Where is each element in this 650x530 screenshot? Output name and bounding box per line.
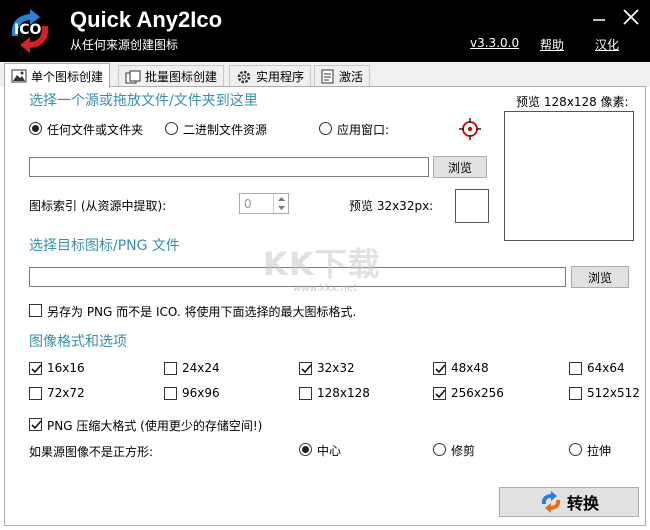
format-24x24-checkbox[interactable] bbox=[164, 362, 177, 375]
format-32x32-checkbox[interactable] bbox=[299, 362, 312, 375]
format-64x64-label: 64x64 bbox=[587, 361, 625, 375]
tab-single-icon[interactable]: 单个图标创建 bbox=[4, 63, 111, 88]
radio-crop-label: 修剪 bbox=[451, 444, 476, 458]
app-logo-icon: ICO bbox=[4, 6, 56, 56]
convert-button[interactable]: 转换 bbox=[499, 487, 639, 517]
radio-center[interactable] bbox=[299, 443, 312, 456]
format-16x16-checkbox[interactable] bbox=[29, 362, 42, 375]
format-96x96-label: 96x96 bbox=[182, 386, 220, 400]
save-as-png-label: 另存为 PNG 而不是 ICO. 将使用下面选择的最大图标格式. bbox=[47, 305, 357, 319]
tab-label: 批量图标创建 bbox=[145, 70, 218, 84]
radio-any-file[interactable] bbox=[29, 122, 42, 135]
target-section-title: 选择目标图标/PNG 文件 bbox=[29, 238, 180, 254]
format-16x16-label: 16x16 bbox=[47, 361, 85, 375]
help-link[interactable]: 帮助 bbox=[540, 36, 564, 53]
formats-section-title: 图像格式和选项 bbox=[29, 334, 127, 350]
tab-label: 激活 bbox=[339, 70, 364, 84]
format-128x128-checkbox[interactable] bbox=[299, 387, 312, 400]
image-icon bbox=[11, 69, 27, 83]
format-32x32-label: 32x32 bbox=[317, 361, 355, 375]
app-subtitle: 从任何来源创建图标 bbox=[70, 38, 179, 52]
format-96x96-checkbox[interactable] bbox=[164, 387, 177, 400]
crosshair-picker-icon[interactable] bbox=[459, 118, 481, 140]
target-path-input[interactable] bbox=[29, 267, 566, 287]
format-256x256-checkbox[interactable] bbox=[433, 387, 446, 400]
format-72x72-checkbox[interactable] bbox=[29, 387, 42, 400]
radio-any-file-label: 任何文件或文件夹 bbox=[47, 123, 144, 137]
preview-32-label: 预览 32x32px: bbox=[349, 199, 434, 213]
radio-center-label: 中心 bbox=[317, 444, 342, 458]
tab-activate[interactable]: 激活 bbox=[314, 65, 371, 87]
format-256x256-label: 256x256 bbox=[451, 386, 504, 400]
app-title: Quick Any2Ico bbox=[70, 7, 223, 32]
icon-index-label: 图标索引 (从资源中提取): bbox=[29, 199, 167, 213]
tab-bar: 单个图标创建 批量图标创建 实用程序 激活 bbox=[0, 62, 650, 88]
radio-app-window[interactable] bbox=[319, 122, 332, 135]
tab-utilities[interactable]: 实用程序 bbox=[229, 65, 312, 87]
format-512x512-label: 512x512 bbox=[587, 386, 640, 400]
preview-32-box bbox=[455, 189, 489, 223]
format-48x48-label: 48x48 bbox=[451, 361, 489, 375]
tab-label: 单个图标创建 bbox=[31, 69, 104, 84]
source-section-title: 选择一个源或拖放文件/文件夹到这里 bbox=[29, 93, 258, 109]
logo-text: ICO bbox=[14, 22, 42, 38]
format-512x512-checkbox[interactable] bbox=[569, 387, 582, 400]
radio-stretch-label: 拉伸 bbox=[587, 444, 612, 458]
tab-label: 实用程序 bbox=[256, 70, 305, 84]
save-as-png-checkbox[interactable] bbox=[29, 304, 42, 317]
single-icon-panel: 选择一个源或拖放文件/文件夹到这里 任何文件或文件夹 二进制文件资源 应用窗口:… bbox=[4, 86, 646, 526]
minimize-button[interactable] bbox=[588, 6, 610, 28]
radio-binary-resource-label: 二进制文件资源 bbox=[183, 123, 268, 137]
format-72x72-label: 72x72 bbox=[47, 386, 85, 400]
source-browse-button[interactable]: 浏览 bbox=[433, 156, 487, 178]
preview-128-label: 预览 128x128 像素: bbox=[516, 95, 629, 109]
target-browse-button[interactable]: 浏览 bbox=[571, 266, 629, 288]
radio-crop[interactable] bbox=[433, 443, 446, 456]
png-compress-label: PNG 压缩大格式 (使用更少的存储空间!) bbox=[47, 419, 263, 433]
stepper-up-button[interactable] bbox=[274, 194, 288, 203]
title-bar: ICO Quick Any2Ico 从任何来源创建图标 v3.3.0.0 帮助 … bbox=[0, 0, 650, 62]
localize-link[interactable]: 汉化 bbox=[595, 36, 619, 53]
convert-label: 转换 bbox=[566, 494, 599, 513]
format-24x24-label: 24x24 bbox=[182, 361, 220, 375]
preview-128-box bbox=[504, 111, 634, 241]
radio-binary-resource[interactable] bbox=[165, 122, 178, 135]
format-64x64-checkbox[interactable] bbox=[569, 362, 582, 375]
radio-stretch[interactable] bbox=[569, 443, 582, 456]
copy-icon bbox=[125, 70, 141, 83]
icon-index-stepper[interactable]: 0 bbox=[239, 193, 289, 214]
version-link[interactable]: v3.3.0.0 bbox=[470, 36, 519, 50]
format-128x128-label: 128x128 bbox=[317, 386, 370, 400]
png-compress-checkbox[interactable] bbox=[29, 418, 42, 431]
radio-app-window-label: 应用窗口: bbox=[337, 123, 390, 137]
tab-batch-icon[interactable]: 批量图标创建 bbox=[118, 65, 225, 87]
document-icon bbox=[321, 69, 334, 84]
gear-icon bbox=[237, 70, 251, 83]
close-icon bbox=[623, 9, 639, 25]
convert-icon bbox=[541, 491, 561, 513]
non-square-label: 如果源图像不是正方形: bbox=[29, 445, 154, 459]
close-button[interactable] bbox=[620, 6, 642, 28]
icon-index-value: 0 bbox=[244, 197, 252, 211]
format-48x48-checkbox[interactable] bbox=[433, 362, 446, 375]
source-path-input[interactable] bbox=[29, 157, 429, 177]
stepper-down-button[interactable] bbox=[274, 203, 288, 212]
